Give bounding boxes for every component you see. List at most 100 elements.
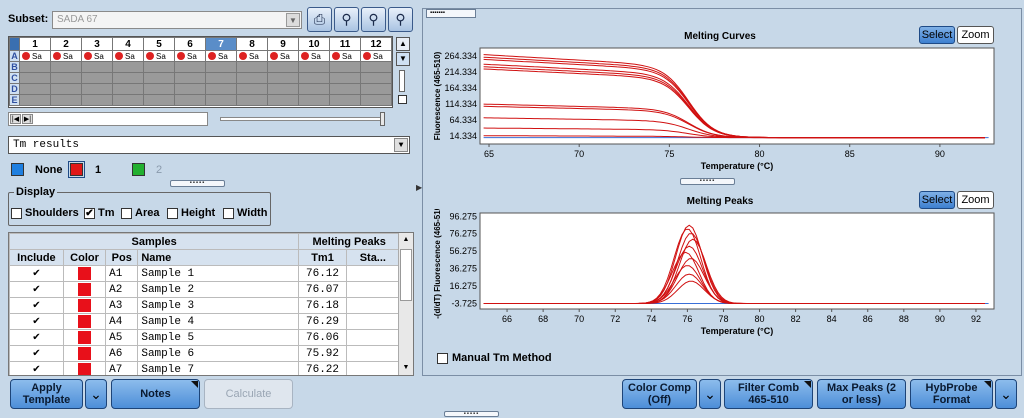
- table-row[interactable]: ✔ A3 Sample 3 76.18: [9, 297, 401, 314]
- samples-table[interactable]: Samples Melting Peaks Include Color Pos …: [8, 232, 414, 376]
- scroll-down-icon[interactable]: ▼: [396, 52, 410, 66]
- scroll-top-icon[interactable]: ▲: [396, 37, 410, 51]
- plate-well[interactable]: Sa: [205, 50, 237, 62]
- plate-well[interactable]: [236, 61, 268, 73]
- plate-well[interactable]: Sa: [298, 50, 330, 62]
- plate-well[interactable]: [112, 61, 144, 73]
- legend-swatch-1[interactable]: [68, 161, 85, 178]
- zoom-out-button[interactable]: ⚲: [334, 7, 359, 32]
- plate-well[interactable]: [236, 83, 268, 95]
- tm-checkbox[interactable]: ✔: [84, 207, 95, 219]
- bottom-splitter-grip[interactable]: ▪▪▪▪▪: [444, 411, 499, 417]
- include-checkbox[interactable]: ✔: [9, 345, 64, 362]
- color-comp-dropdown[interactable]: ⌄: [699, 379, 721, 409]
- samples-vscroll[interactable]: ▲ ▼: [398, 233, 413, 375]
- include-checkbox[interactable]: ✔: [9, 313, 64, 330]
- plate-column-header[interactable]: 5: [143, 37, 175, 51]
- max-peaks-button[interactable]: Max Peaks (2 or less): [817, 379, 906, 409]
- plate-well[interactable]: [174, 72, 206, 84]
- apply-template-button[interactable]: Apply Template: [10, 379, 83, 409]
- plate-column-header[interactable]: 9: [267, 37, 299, 51]
- plate-column-header[interactable]: 8: [236, 37, 268, 51]
- plate-well[interactable]: [329, 61, 361, 73]
- plate-well[interactable]: [50, 94, 82, 106]
- curves-zoom-button[interactable]: Zoom: [957, 26, 994, 44]
- plate-well[interactable]: [143, 94, 175, 106]
- plate-well[interactable]: [360, 72, 392, 84]
- display-width[interactable]: Width: [223, 207, 267, 219]
- plate-well[interactable]: [236, 94, 268, 106]
- scroll-first-icon[interactable]: |◀: [10, 114, 21, 124]
- zoom-in-button[interactable]: ⚲: [361, 7, 386, 32]
- plate-well[interactable]: Sa: [174, 50, 206, 62]
- plate-well[interactable]: Sa: [329, 50, 361, 62]
- zoom-slider-thumb[interactable]: [380, 112, 385, 126]
- color-swatch[interactable]: [62, 361, 107, 375]
- plate-well[interactable]: [81, 61, 113, 73]
- scroll-down-icon[interactable]: ▼: [400, 362, 412, 374]
- plate-well[interactable]: [298, 72, 330, 84]
- subset-select[interactable]: SADA 67 ▼: [52, 11, 302, 29]
- color-swatch[interactable]: [62, 329, 107, 346]
- plate-well[interactable]: [205, 94, 237, 106]
- plate-row-header[interactable]: B: [9, 61, 20, 73]
- plate-column-header[interactable]: 10: [298, 37, 330, 51]
- melting-curves-chart[interactable]: 264.334 214.334 164.334 114.334 64.334 14.334…: [430, 44, 1010, 182]
- width-checkbox[interactable]: [223, 207, 234, 219]
- plate-column-header[interactable]: 3: [81, 37, 113, 51]
- table-row[interactable]: ✔ A7 Sample 7 76.22: [9, 361, 401, 375]
- samples-vscroll-thumb[interactable]: [400, 249, 412, 301]
- plate-well[interactable]: [360, 94, 392, 106]
- plate-well[interactable]: Sa: [360, 50, 392, 62]
- plate-well[interactable]: Sa: [19, 50, 51, 62]
- include-checkbox[interactable]: ✔: [9, 297, 64, 314]
- hybprobe-format-button[interactable]: HybProbe Format: [910, 379, 993, 409]
- scroll-last-icon[interactable]: ▶|: [22, 114, 33, 124]
- plate-column-header[interactable]: 6: [174, 37, 206, 51]
- plate-well[interactable]: [298, 94, 330, 106]
- plate-well[interactable]: Sa: [267, 50, 299, 62]
- print-button[interactable]: ⎙: [307, 7, 332, 32]
- plate-well[interactable]: [298, 61, 330, 73]
- plate-well[interactable]: [205, 61, 237, 73]
- hybprobe-dropdown[interactable]: ⌄: [995, 379, 1017, 409]
- plate-well[interactable]: [298, 83, 330, 95]
- legend-swatch-none[interactable]: [11, 163, 24, 176]
- include-checkbox[interactable]: ✔: [9, 329, 64, 346]
- splitter-grip[interactable]: ▪▪▪▪▪: [170, 180, 225, 187]
- plate-corner[interactable]: [9, 37, 20, 51]
- manual-tm-option[interactable]: Manual Tm Method: [437, 352, 552, 364]
- legend-swatch-2[interactable]: [132, 163, 145, 176]
- plate-column-header[interactable]: 7: [205, 37, 237, 51]
- chevron-down-icon[interactable]: ▼: [286, 13, 300, 27]
- plate-checkbox[interactable]: [398, 95, 407, 104]
- apply-template-dropdown[interactable]: ⌄: [85, 379, 107, 409]
- col-header-name[interactable]: Name: [137, 249, 300, 266]
- include-checkbox[interactable]: ✔: [9, 265, 64, 282]
- peaks-select-button[interactable]: Select: [919, 191, 955, 209]
- table-row[interactable]: ✔ A2 Sample 2 76.07: [9, 281, 401, 298]
- plate-well[interactable]: [50, 83, 82, 95]
- plate-well[interactable]: [81, 94, 113, 106]
- results-select[interactable]: Tm results ▼: [8, 136, 410, 154]
- plate-well[interactable]: [112, 94, 144, 106]
- area-checkbox[interactable]: [121, 207, 132, 219]
- panel-tab-grip[interactable]: ▪▪▪▪▪▪▪: [426, 9, 476, 18]
- plate-well[interactable]: [81, 83, 113, 95]
- col-header-tm1[interactable]: Tm1: [298, 249, 347, 266]
- calculate-button[interactable]: Calculate: [204, 379, 293, 409]
- display-area[interactable]: Area: [121, 207, 159, 219]
- plate-column-header[interactable]: 4: [112, 37, 144, 51]
- filter-comb-button[interactable]: Filter Comb 465-510: [724, 379, 813, 409]
- plate-row-header[interactable]: D: [9, 83, 20, 95]
- col-header-color[interactable]: Color: [62, 249, 107, 266]
- plate-well[interactable]: [267, 83, 299, 95]
- plate-column-header[interactable]: 2: [50, 37, 82, 51]
- plate-vscroll-thumb[interactable]: [399, 70, 405, 92]
- color-swatch[interactable]: [62, 297, 107, 314]
- plate-well[interactable]: [329, 72, 361, 84]
- plate-well[interactable]: [329, 83, 361, 95]
- table-row[interactable]: ✔ A5 Sample 5 76.06: [9, 329, 401, 346]
- color-swatch[interactable]: [62, 345, 107, 362]
- zoom-fit-button[interactable]: ⚲: [388, 7, 413, 32]
